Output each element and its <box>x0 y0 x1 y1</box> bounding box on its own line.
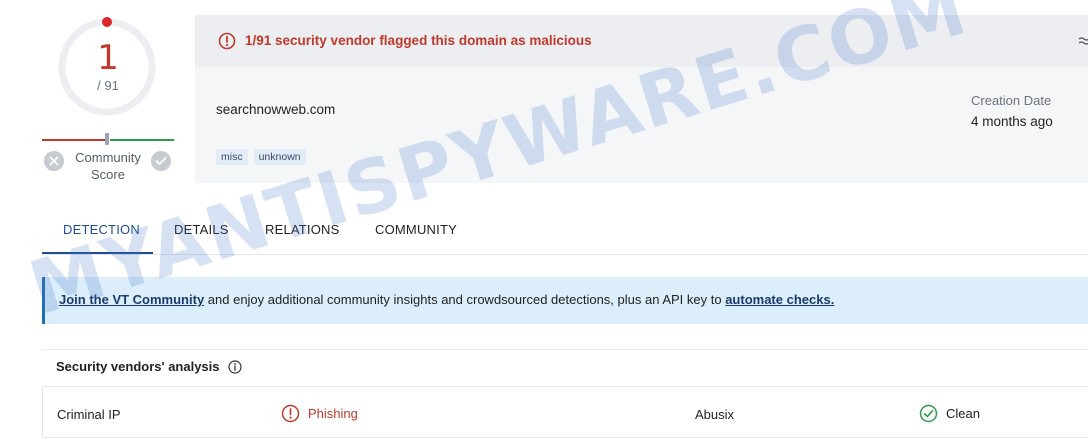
creation-date-value: 4 months ago <box>971 114 1053 129</box>
score-bar-positive <box>110 139 174 141</box>
vendor-result-malicious: Phishing <box>281 404 358 423</box>
tag-misc[interactable]: misc <box>216 149 248 165</box>
vote-malicious-button[interactable] <box>44 151 64 171</box>
community-score-label: Community Score <box>68 149 148 183</box>
vendor-results-table: Criminal IP Phishing Abusix Clean <box>42 386 1088 438</box>
check-icon <box>155 157 167 165</box>
domain-tags: misc unknown <box>216 149 306 165</box>
score-bar-marker <box>105 133 109 145</box>
detection-count: 1 <box>97 38 119 78</box>
community-label-line1: Community <box>75 150 141 165</box>
domain-summary-card: 1/91 security vendor flagged this domain… <box>195 15 1088 183</box>
tab-relations[interactable]: RELATIONS <box>265 210 340 254</box>
tab-bar: DETECTION DETAILS RELATIONS COMMUNITY <box>42 210 1088 255</box>
info-icon[interactable] <box>227 359 242 374</box>
vendor-name: Criminal IP <box>57 407 121 422</box>
banner-text: Join the VT Community and enjoy addition… <box>59 292 834 307</box>
vendor-result-label: Clean <box>946 406 980 421</box>
check-circle-icon <box>919 404 938 423</box>
tag-unknown[interactable]: unknown <box>253 149 306 165</box>
vendor-total: / 91 <box>97 78 119 93</box>
community-label-line2: Score <box>91 167 125 182</box>
vendors-section-title: Security vendors' analysis <box>56 359 220 374</box>
join-community-link[interactable]: Join the VT Community <box>59 292 204 307</box>
close-icon <box>49 156 59 166</box>
malicious-alert: 1/91 security vendor flagged this domain… <box>195 15 1088 67</box>
community-score-bar <box>42 133 174 145</box>
domain-name[interactable]: searchnowweb.com <box>216 102 335 117</box>
tab-community[interactable]: COMMUNITY <box>375 210 457 254</box>
vendor-result-clean: Clean <box>919 404 980 423</box>
collapse-icon[interactable] <box>1077 34 1088 48</box>
banner-middle-text: and enjoy additional community insights … <box>204 292 726 307</box>
automate-checks-link[interactable]: automate checks. <box>725 292 834 307</box>
alert-text: 1/91 security vendor flagged this domain… <box>245 33 592 48</box>
vendor-name: Abusix <box>695 407 735 422</box>
vendors-section-header: Security vendors' analysis <box>56 359 242 374</box>
vendor-result-label: Phishing <box>308 406 358 421</box>
score-bar-negative <box>42 139 106 141</box>
tab-detection[interactable]: DETECTION <box>42 210 153 254</box>
community-banner: Join the VT Community and enjoy addition… <box>42 277 1088 324</box>
vote-harmless-button[interactable] <box>151 151 171 171</box>
alert-circle-icon <box>218 32 236 50</box>
tab-details[interactable]: DETAILS <box>174 210 229 254</box>
section-divider <box>42 349 1088 350</box>
creation-date-label: Creation Date <box>971 93 1052 108</box>
community-score-widget: 1 / 91 Community Score <box>42 12 174 187</box>
alert-circle-icon <box>281 404 300 423</box>
